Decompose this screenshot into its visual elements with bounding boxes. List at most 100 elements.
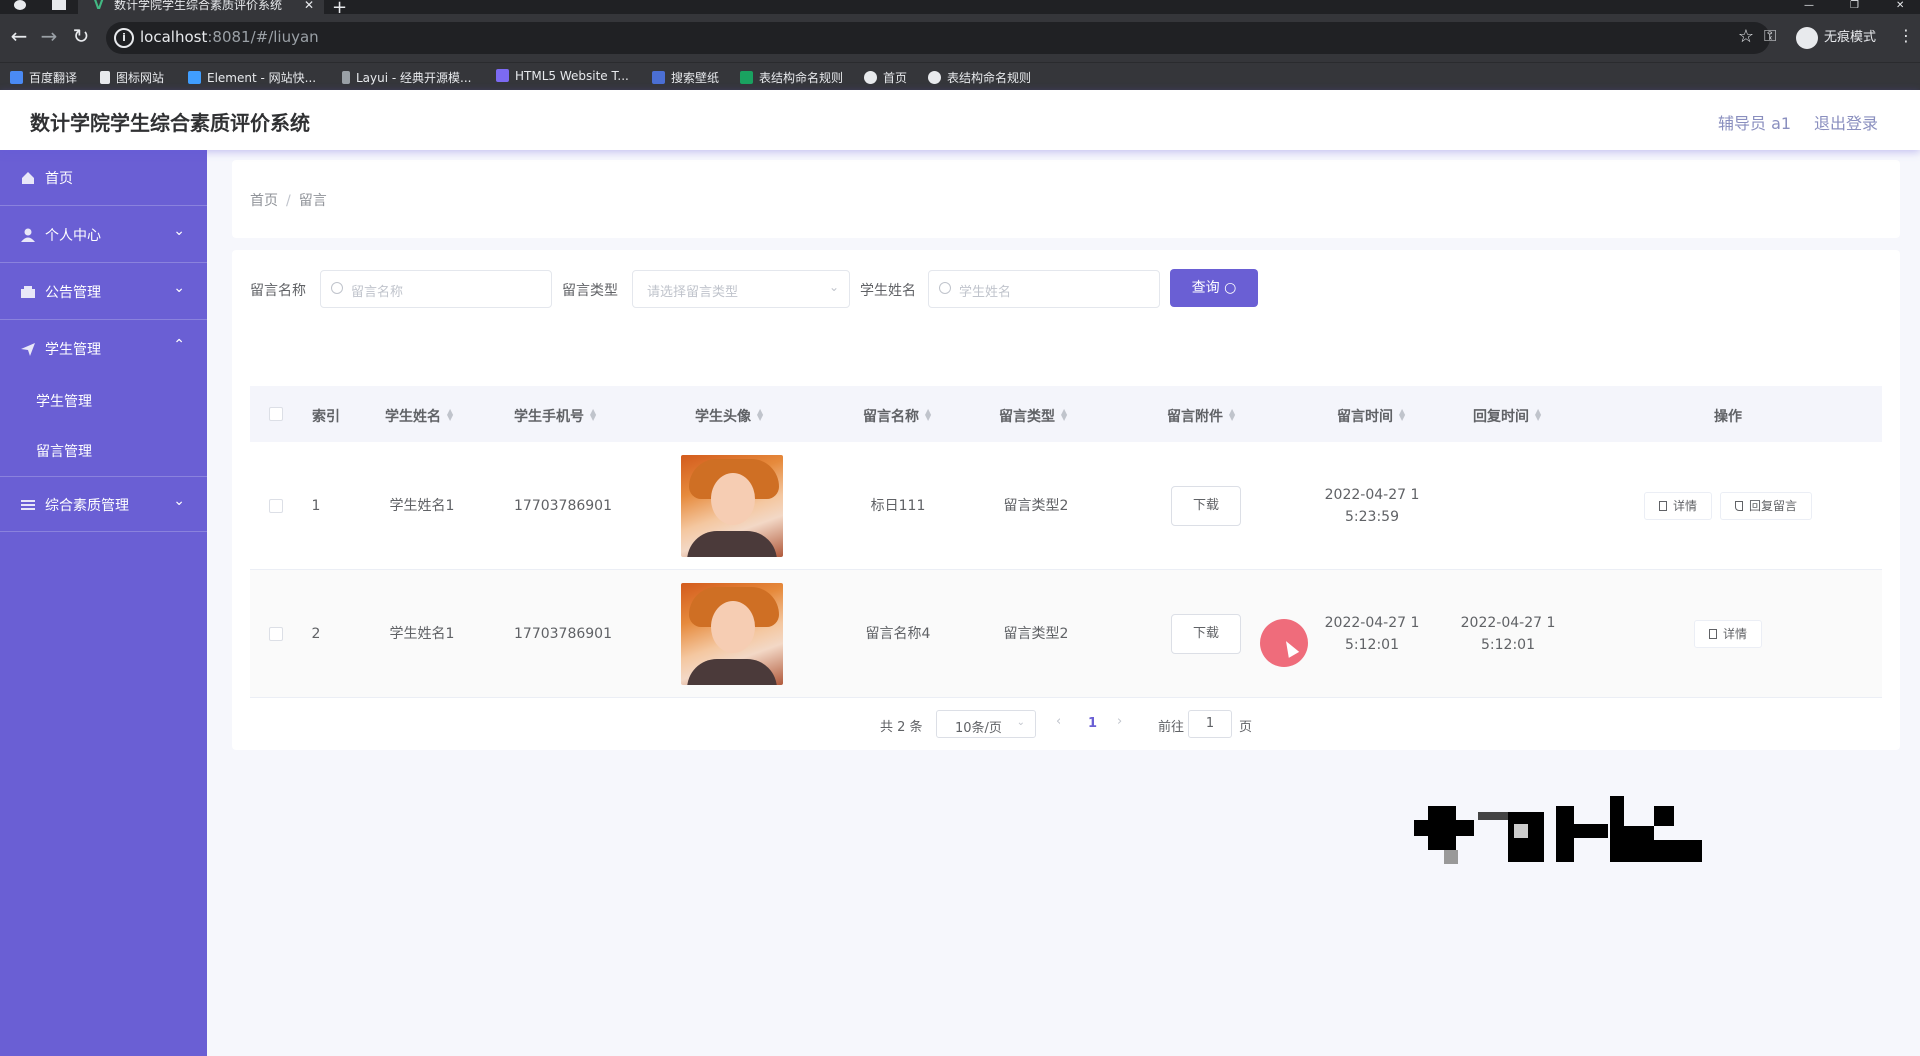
sidebar-item-quality-management[interactable]: 综合素质管理 ⌄: [0, 476, 207, 532]
user-role: 辅导员 a1: [1718, 114, 1792, 133]
app-title: 数计学院学生综合素质评价系统: [30, 111, 310, 135]
sort-icon: ▲ ▼: [590, 407, 597, 422]
detail-button[interactable]: 详情: [1643, 492, 1712, 520]
breadcrumb-card: 首页 / 留言: [232, 160, 1900, 238]
cell-phone: 17703786901: [514, 498, 612, 514]
browser-tab-strip: V 数计学院学生综合素质评价系统 ✕ + — ❐ ✕: [0, 0, 1920, 18]
browser-menu-icon[interactable]: ⋮: [1898, 26, 1914, 45]
page-number[interactable]: 1: [1088, 716, 1097, 731]
chevron-down-icon: ⌄: [1016, 717, 1025, 728]
bookmark-item[interactable]: 百度翻译: [10, 69, 77, 86]
forward-icon[interactable]: →: [36, 24, 62, 48]
tab-search-icon[interactable]: [52, 0, 66, 10]
col-phone[interactable]: 学生手机号 ▲ ▼: [514, 406, 598, 426]
chrome-icon: [14, 0, 26, 10]
cell-message-name: 标日111: [870, 498, 926, 514]
cell-index: 1: [311, 498, 321, 514]
cell-student-name: 学生姓名1: [389, 626, 455, 642]
bookmark-item[interactable]: 图标网站: [100, 69, 164, 86]
cell-actions: 详情 回复留言: [1608, 442, 1848, 570]
cell-avatar: [672, 570, 792, 698]
send-icon: [21, 343, 35, 356]
sort-icon: ▲ ▼: [1535, 407, 1542, 422]
sidebar-subitem-student-management[interactable]: 学生管理: [0, 375, 207, 425]
close-window-icon[interactable]: ✕: [1896, 0, 1904, 11]
sidebar-subitem-message-management[interactable]: 留言管理: [0, 425, 207, 475]
student-name-input[interactable]: 学生姓名: [928, 270, 1160, 308]
close-tab-icon[interactable]: ✕: [304, 0, 314, 11]
minimize-icon[interactable]: —: [1804, 0, 1814, 11]
message-type-select[interactable]: 请选择留言类型 ⌄: [632, 270, 850, 308]
bookmark-item[interactable]: 搜索壁纸: [652, 69, 719, 86]
select-all-checkbox[interactable]: [269, 407, 283, 421]
sidebar-item-notice-management[interactable]: 公告管理 ⌄: [0, 264, 207, 320]
detail-button[interactable]: 详情: [1693, 620, 1762, 648]
col-avatar[interactable]: 学生头像 ▲ ▼: [695, 406, 765, 426]
sidebar-item-personal-center[interactable]: 个人中心 ⌄: [0, 207, 207, 263]
sort-icon: ▲ ▼: [1061, 407, 1068, 422]
table-row: 1 学生姓名1 17703786901 标日111 留言类型2 下载 2022-…: [250, 442, 1882, 570]
bookmark-item[interactable]: Element - 网站快...: [188, 69, 316, 86]
bookmark-item[interactable]: Layui - 经典开源模...: [342, 69, 471, 86]
col-attachment[interactable]: 留言附件 ▲ ▼: [1167, 406, 1237, 426]
sort-icon: ▲ ▼: [447, 407, 454, 422]
browser-tab[interactable]: V 数计学院学生综合素质评价系统 ✕: [78, 0, 324, 14]
vue-icon: V: [94, 0, 104, 12]
sidebar-item-home[interactable]: 首页: [0, 150, 207, 206]
table-row: 2 学生姓名1 17703786901 留言名称4 留言类型2 下载 2022-…: [250, 570, 1882, 698]
download-button[interactable]: 下载: [1171, 486, 1241, 526]
incognito-indicator[interactable]: 无痕模式: [1796, 26, 1876, 49]
cell-student-name: 学生姓名1: [389, 498, 455, 514]
col-student-name[interactable]: 学生姓名 ▲ ▼: [385, 406, 455, 426]
sort-icon: ▲ ▼: [1229, 407, 1236, 422]
content-card: 留言名称 留言名称 留言类型 请选择留言类型 ⌄ 学生姓名 学生姓名 查询 ○ …: [232, 250, 1900, 750]
col-reply-time[interactable]: 回复时间 ▲ ▼: [1473, 406, 1543, 426]
page-size-select[interactable]: 10条/页 ⌄: [936, 710, 1036, 738]
message-name-input[interactable]: 留言名称: [320, 270, 552, 308]
table-header: 索引 学生姓名 ▲ ▼ 学生手机号 ▲ ▼ 学生头像 ▲ ▼ 留言名称 ▲ ▼ 留言类型 ▲ ▼ 留…: [250, 386, 1882, 442]
document-icon: [1658, 501, 1667, 511]
app-header: 数计学院学生综合素质评价系统 辅导员 a1 退出登录: [0, 90, 1920, 150]
query-button[interactable]: 查询 ○: [1170, 269, 1258, 307]
sidebar-item-student-management[interactable]: 学生管理 ⌃: [0, 321, 207, 377]
address-bar[interactable]: i localhost:8081/#/liuyan ☆: [106, 22, 1770, 54]
breadcrumb-home[interactable]: 首页: [250, 193, 278, 209]
bookmark-star-icon[interactable]: ☆: [1738, 26, 1754, 47]
key-icon[interactable]: ⚿: [1764, 26, 1776, 46]
next-page-icon[interactable]: ›: [1117, 714, 1122, 729]
download-button[interactable]: 下载: [1171, 614, 1241, 654]
logout-link[interactable]: 退出登录: [1814, 110, 1878, 134]
col-message-type[interactable]: 留言类型 ▲ ▼: [999, 406, 1069, 426]
cell-actions: 详情: [1608, 570, 1848, 698]
sort-icon: ▲ ▼: [925, 407, 932, 422]
student-avatar[interactable]: [681, 583, 783, 685]
back-icon[interactable]: ←: [6, 24, 32, 48]
bookmark-item[interactable]: 首页: [864, 69, 907, 86]
bookmark-item[interactable]: 表结构命名规则: [740, 69, 843, 86]
sort-icon: ▲ ▼: [1399, 407, 1406, 422]
bookmark-item[interactable]: 表结构命名规则: [928, 69, 1031, 86]
user-icon: [21, 228, 35, 242]
edit-icon: [1735, 501, 1743, 511]
goto-page-input[interactable]: 1: [1188, 710, 1232, 738]
cell-avatar: [672, 442, 792, 570]
bookmark-item[interactable]: HTML5 Website T...: [496, 69, 629, 83]
reload-icon[interactable]: ↻: [68, 24, 94, 48]
row-checkbox[interactable]: [269, 627, 283, 641]
student-avatar[interactable]: [681, 455, 783, 557]
cell-attachment: 下载: [1156, 570, 1256, 698]
col-message-name[interactable]: 留言名称 ▲ ▼: [863, 406, 933, 426]
pagination-total: 共 2 条: [880, 720, 923, 735]
pagination: 共 2 条 10条/页 ⌄ ‹ 1 › 前往 1 页: [232, 710, 1900, 740]
tab-title: 数计学院学生综合素质评价系统: [114, 0, 283, 12]
col-message-time[interactable]: 留言时间 ▲ ▼: [1337, 406, 1407, 426]
cell-message-name: 留言名称4: [865, 626, 931, 642]
list-icon: [21, 500, 35, 510]
reply-button[interactable]: 回复留言: [1720, 492, 1813, 520]
site-info-icon[interactable]: i: [114, 28, 134, 48]
restore-icon[interactable]: ❐: [1850, 0, 1859, 11]
chevron-down-icon: ⌄: [828, 280, 839, 294]
row-checkbox[interactable]: [269, 499, 283, 513]
chevron-up-icon: ⌃: [173, 337, 185, 353]
prev-page-icon[interactable]: ‹: [1056, 714, 1061, 729]
